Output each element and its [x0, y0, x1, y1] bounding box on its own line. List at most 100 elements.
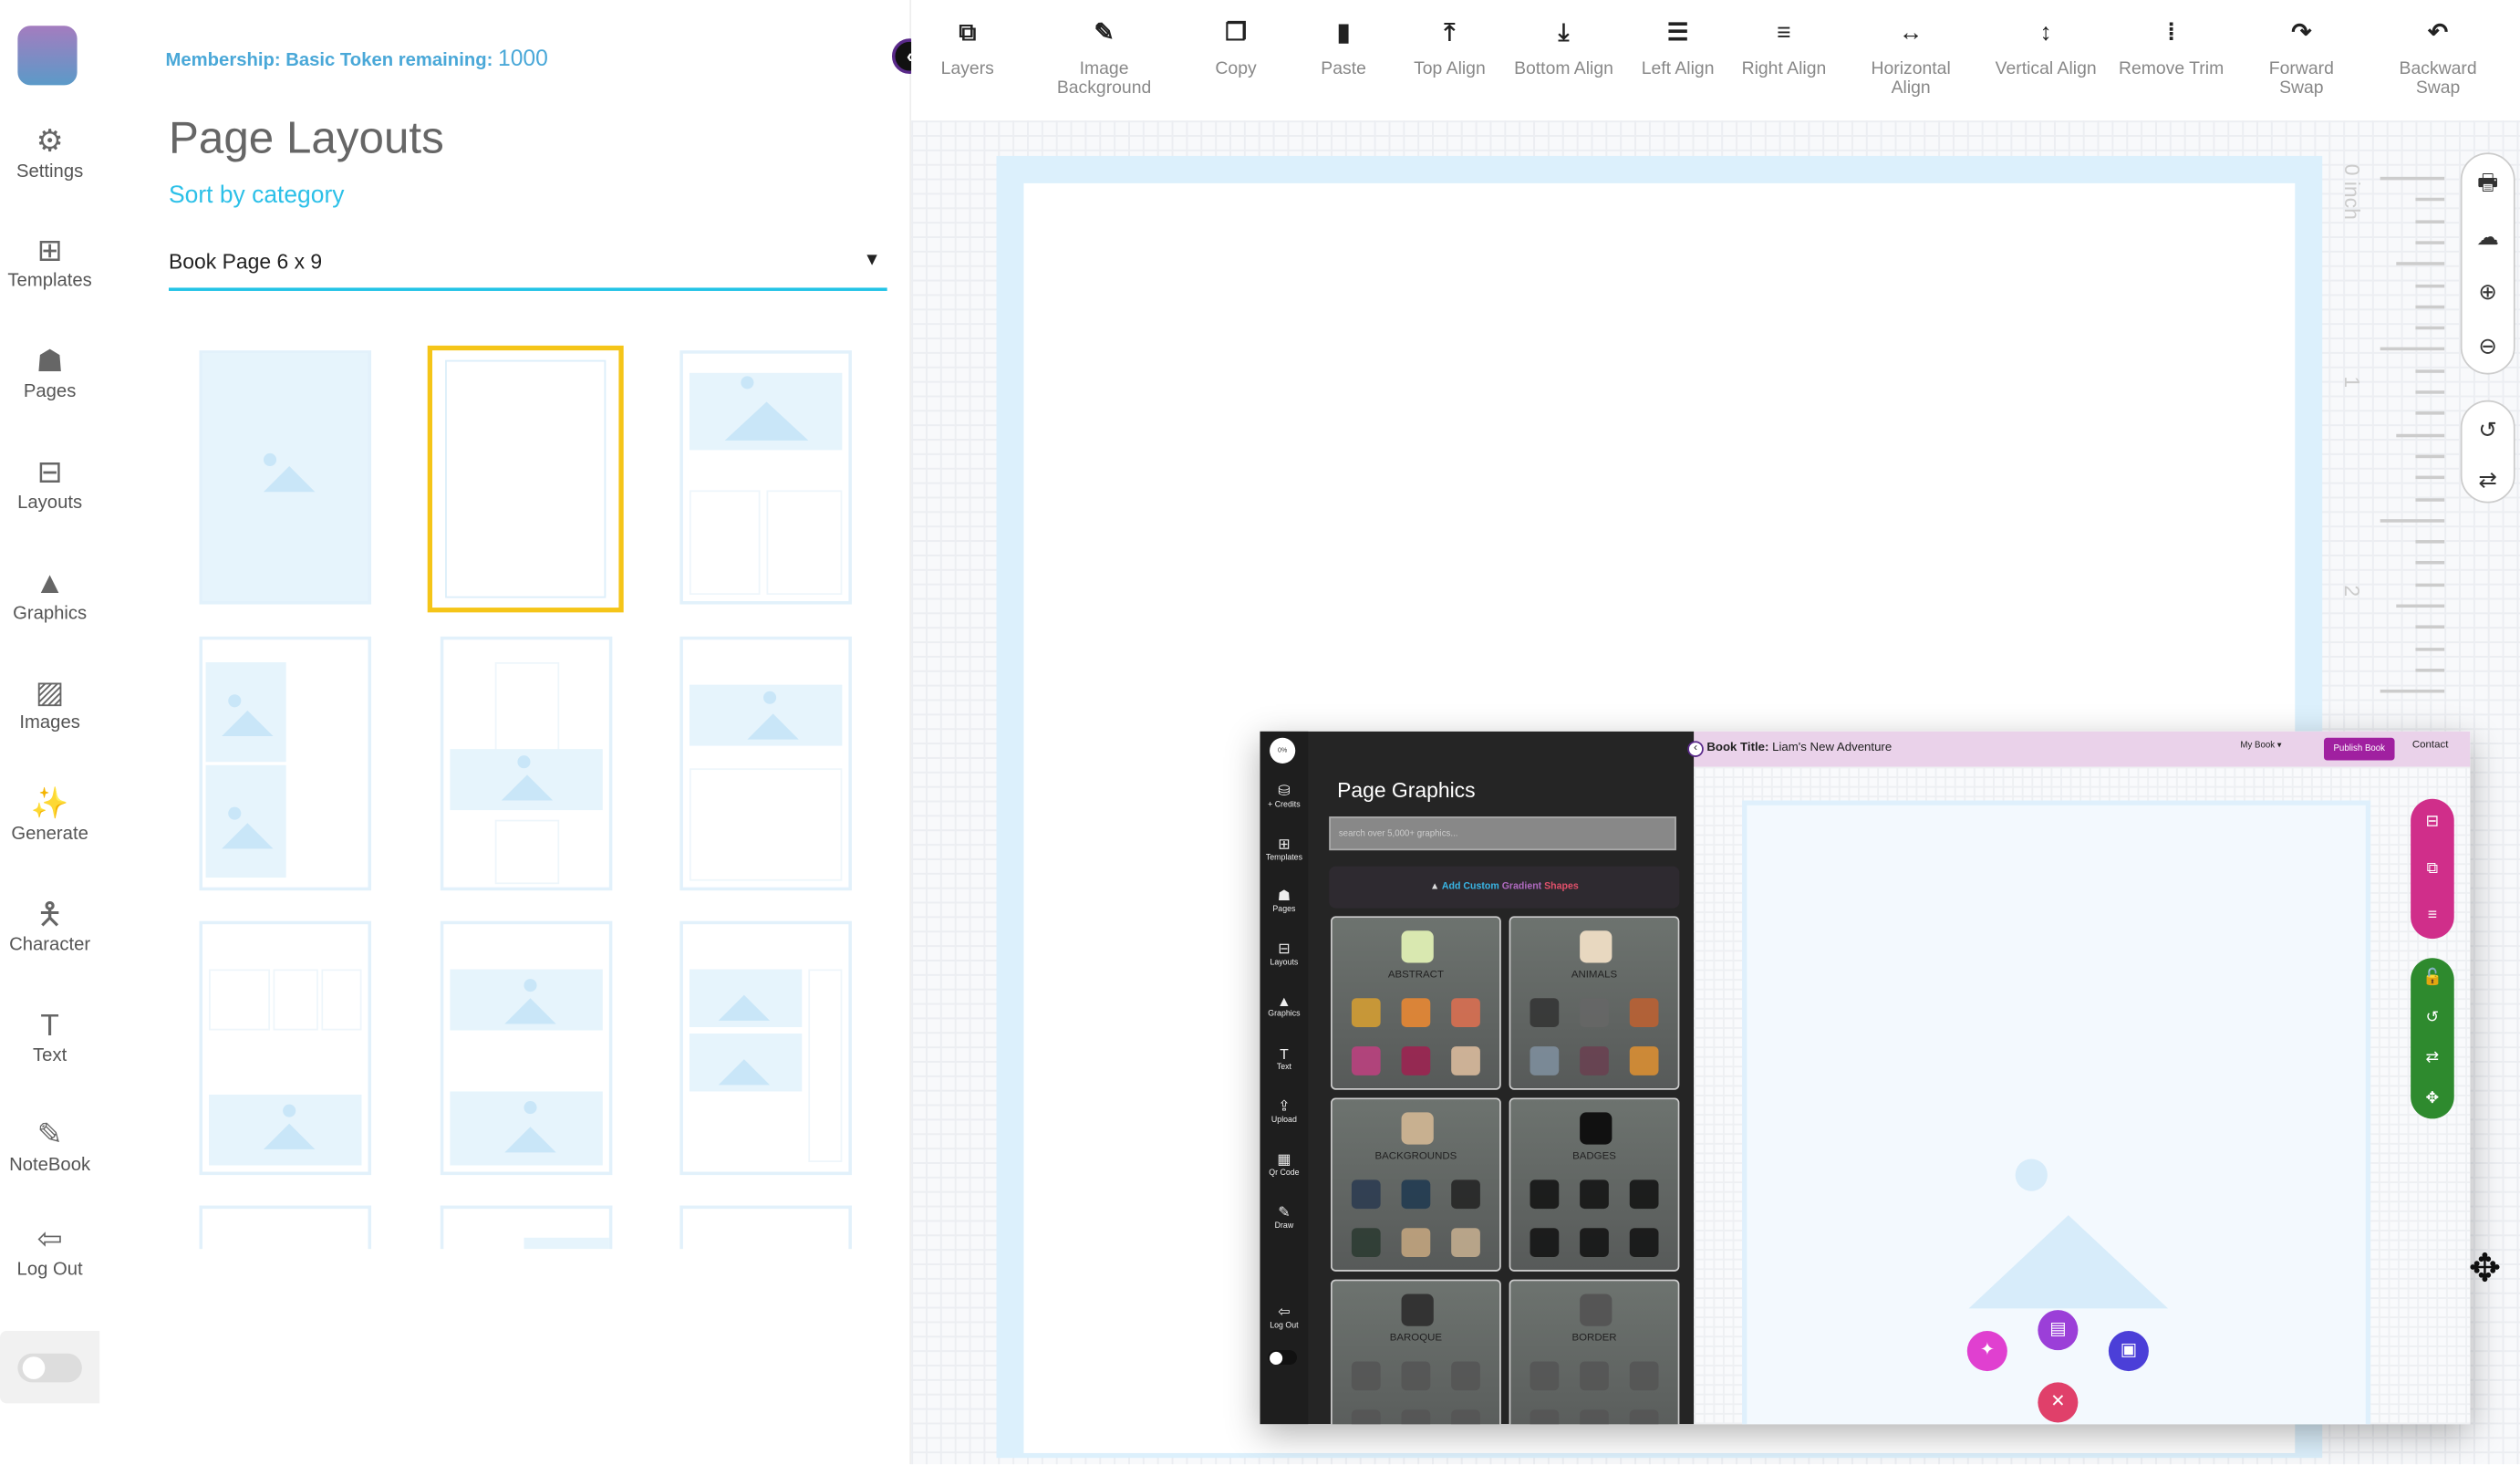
nav-item-character[interactable]: 🯅 Character	[0, 897, 99, 955]
nav-item-text[interactable]: T Text	[0, 1008, 99, 1066]
mini-nav-item[interactable]: ▦ Qr Code	[1260, 1150, 1308, 1178]
graphic-thumb[interactable]	[1451, 1228, 1480, 1257]
graphic-category-backgrounds[interactable]: BACKGROUNDS	[1331, 1097, 1501, 1272]
graphic-thumb[interactable]	[1351, 1361, 1381, 1391]
mini-nav-item[interactable]: ▲ Graphics	[1260, 993, 1308, 1019]
toolbar-vertical-align-button[interactable]: ↕ Vertical Align	[1989, 21, 2101, 78]
graphic-category-abstract[interactable]: ABSTRACT	[1331, 916, 1501, 1090]
graphic-thumb[interactable]	[1451, 1361, 1480, 1391]
toolbar-horizontal-align-button[interactable]: ↔ Horizontal Align	[1854, 21, 1966, 99]
magic-wand-icon[interactable]: ✦	[1966, 1331, 2007, 1372]
mini-nav-item[interactable]: T Text	[1260, 1045, 1308, 1071]
graphic-thumb[interactable]	[1530, 1409, 1560, 1425]
graphic-thumb[interactable]	[1351, 1046, 1381, 1075]
toolbar-bottom-align-button[interactable]: ⤓ Bottom Align	[1508, 21, 1620, 78]
graphic-thumb[interactable]	[1629, 1228, 1659, 1257]
book-title[interactable]: Liam's New Adventure	[1772, 740, 1892, 754]
toolbar-right-align-button[interactable]: ≡ Right Align	[1727, 21, 1840, 78]
nav-item-generate[interactable]: ✨ Generate	[0, 786, 99, 844]
mini-nav-item[interactable]: ⊟ Layouts	[1260, 940, 1308, 968]
mini-nav-item[interactable]: ☗ Pages	[1260, 888, 1308, 915]
mini-nav-item[interactable]: ⊞ Templates	[1260, 836, 1308, 863]
graphic-thumb[interactable]	[1580, 1228, 1609, 1257]
graphic-category-baroque[interactable]: BAROQUE	[1331, 1279, 1501, 1425]
add-gradient-shapes-button[interactable]: ▲ Add Custom Gradient Shapes	[1329, 866, 1680, 909]
graphic-thumb[interactable]	[1530, 1179, 1560, 1210]
theme-toggle[interactable]	[1268, 1350, 1298, 1366]
nav-item-settings[interactable]: ⚙ Settings	[0, 124, 99, 182]
toolbar-layers-button[interactable]: ⧉ Layers	[911, 21, 1023, 78]
graphic-thumb[interactable]	[1351, 1409, 1381, 1425]
my-book-menu[interactable]: My Book ▾	[2240, 741, 2281, 751]
graphic-thumb[interactable]	[1401, 998, 1431, 1027]
layout-thumbnail[interactable]	[199, 636, 372, 891]
dark-mode-toggle[interactable]	[17, 1353, 82, 1383]
graphic-thumb[interactable]	[1580, 1361, 1609, 1391]
graphic-thumb[interactable]	[1629, 1361, 1659, 1391]
toolbar-top-align-button[interactable]: ⤒ Top Align	[1394, 21, 1506, 78]
graphic-thumb[interactable]	[1530, 1228, 1560, 1257]
graphic-thumb[interactable]	[1401, 1228, 1431, 1257]
graphic-thumb[interactable]	[1629, 998, 1659, 1027]
toolbar-remove-trim-button[interactable]: ⁞ Remove Trim	[2115, 21, 2227, 78]
nav-item-pages[interactable]: ☗ Pages	[0, 344, 99, 402]
repeat-icon[interactable]: ⇄	[2411, 1038, 2454, 1078]
graphic-thumb[interactable]	[1530, 1361, 1560, 1391]
nav-item-graphics[interactable]: ▲ Graphics	[0, 566, 99, 624]
category-select[interactable]: Book Page 6 x 9 ▼	[169, 241, 887, 291]
zoom-in-icon[interactable]: ⊕	[2463, 264, 2514, 318]
graphic-thumb[interactable]	[1401, 1046, 1431, 1075]
layout-thumbnail[interactable]	[199, 920, 372, 1176]
book-icon[interactable]: ▤	[2038, 1310, 2079, 1351]
layout-thumbnail[interactable]	[199, 350, 372, 605]
toolbar-backward-swap-button[interactable]: ↶ Backward Swap	[2381, 21, 2494, 99]
unlock-icon[interactable]: 🔓	[2411, 958, 2454, 998]
repeat-icon[interactable]: ⇄	[2463, 452, 2514, 502]
close-icon[interactable]: ✕	[2038, 1382, 2079, 1423]
app-logo[interactable]	[17, 26, 78, 86]
graphic-thumb[interactable]	[1401, 1361, 1431, 1391]
print-icon[interactable]: 🖶	[2463, 154, 2514, 209]
nav-item-notebook[interactable]: ✎ NoteBook	[0, 1117, 99, 1175]
graphic-thumb[interactable]	[1530, 1046, 1560, 1075]
layout-thumbnail[interactable]	[679, 920, 852, 1176]
graphic-thumb[interactable]	[1580, 998, 1609, 1027]
mini-nav-item[interactable]: ✎ Draw	[1260, 1203, 1308, 1231]
graphic-thumb[interactable]	[1351, 998, 1381, 1027]
align-icon[interactable]: ≡	[2411, 892, 2454, 939]
graphic-thumb[interactable]	[1629, 1409, 1659, 1425]
graphic-category-badges[interactable]: BADGES	[1509, 1097, 1680, 1272]
graphic-thumb[interactable]	[1351, 1228, 1381, 1257]
toolbar-paste-button[interactable]: ▮ Paste	[1287, 21, 1399, 78]
avatar[interactable]: 0%	[1270, 737, 1296, 764]
layout-thumbnail[interactable]	[679, 350, 852, 605]
nav-item-log-out[interactable]: ⇦ Log Out	[0, 1221, 99, 1280]
image-icon[interactable]: ▣	[2108, 1331, 2149, 1372]
nav-item-images[interactable]: ▨ Images	[0, 675, 99, 733]
graphic-thumb[interactable]	[1401, 1409, 1431, 1425]
toolbar-image-background-button[interactable]: ✎ Image Background	[1048, 21, 1160, 99]
sort-by-category-link[interactable]: Sort by category	[169, 182, 344, 209]
move-icon[interactable]: ✥	[2411, 1078, 2454, 1118]
layout-icon[interactable]: ⊟	[2411, 799, 2454, 846]
layout-thumbnail[interactable]	[440, 920, 613, 1176]
toolbar-forward-swap-button[interactable]: ↷ Forward Swap	[2245, 21, 2358, 99]
publish-book-button[interactable]: Publish Book	[2323, 737, 2395, 761]
graphic-thumb[interactable]	[1401, 1179, 1431, 1210]
zoom-out-icon[interactable]: ⊖	[2463, 318, 2514, 373]
layout-thumbnail[interactable]	[679, 636, 852, 891]
nav-item-layouts[interactable]: ⊟ Layouts	[0, 455, 99, 513]
graphic-thumb[interactable]	[1530, 998, 1560, 1027]
graphic-thumb[interactable]	[1351, 1179, 1381, 1210]
undo-icon[interactable]: ↺	[2463, 402, 2514, 452]
undo-icon[interactable]: ↺	[2411, 998, 2454, 1038]
graphic-thumb[interactable]	[1629, 1179, 1659, 1210]
toolbar-copy-button[interactable]: ❐ Copy	[1179, 21, 1291, 78]
graphic-thumb[interactable]	[1580, 1409, 1609, 1425]
graphic-thumb[interactable]	[1451, 1409, 1480, 1425]
contact-link[interactable]: Contact	[2412, 740, 2448, 751]
graphic-thumb[interactable]	[1629, 1046, 1659, 1075]
mini-logout[interactable]: ⇦ Log Out	[1260, 1304, 1308, 1331]
graphic-thumb[interactable]	[1451, 1046, 1480, 1075]
layout-thumbnail[interactable]	[427, 345, 624, 613]
